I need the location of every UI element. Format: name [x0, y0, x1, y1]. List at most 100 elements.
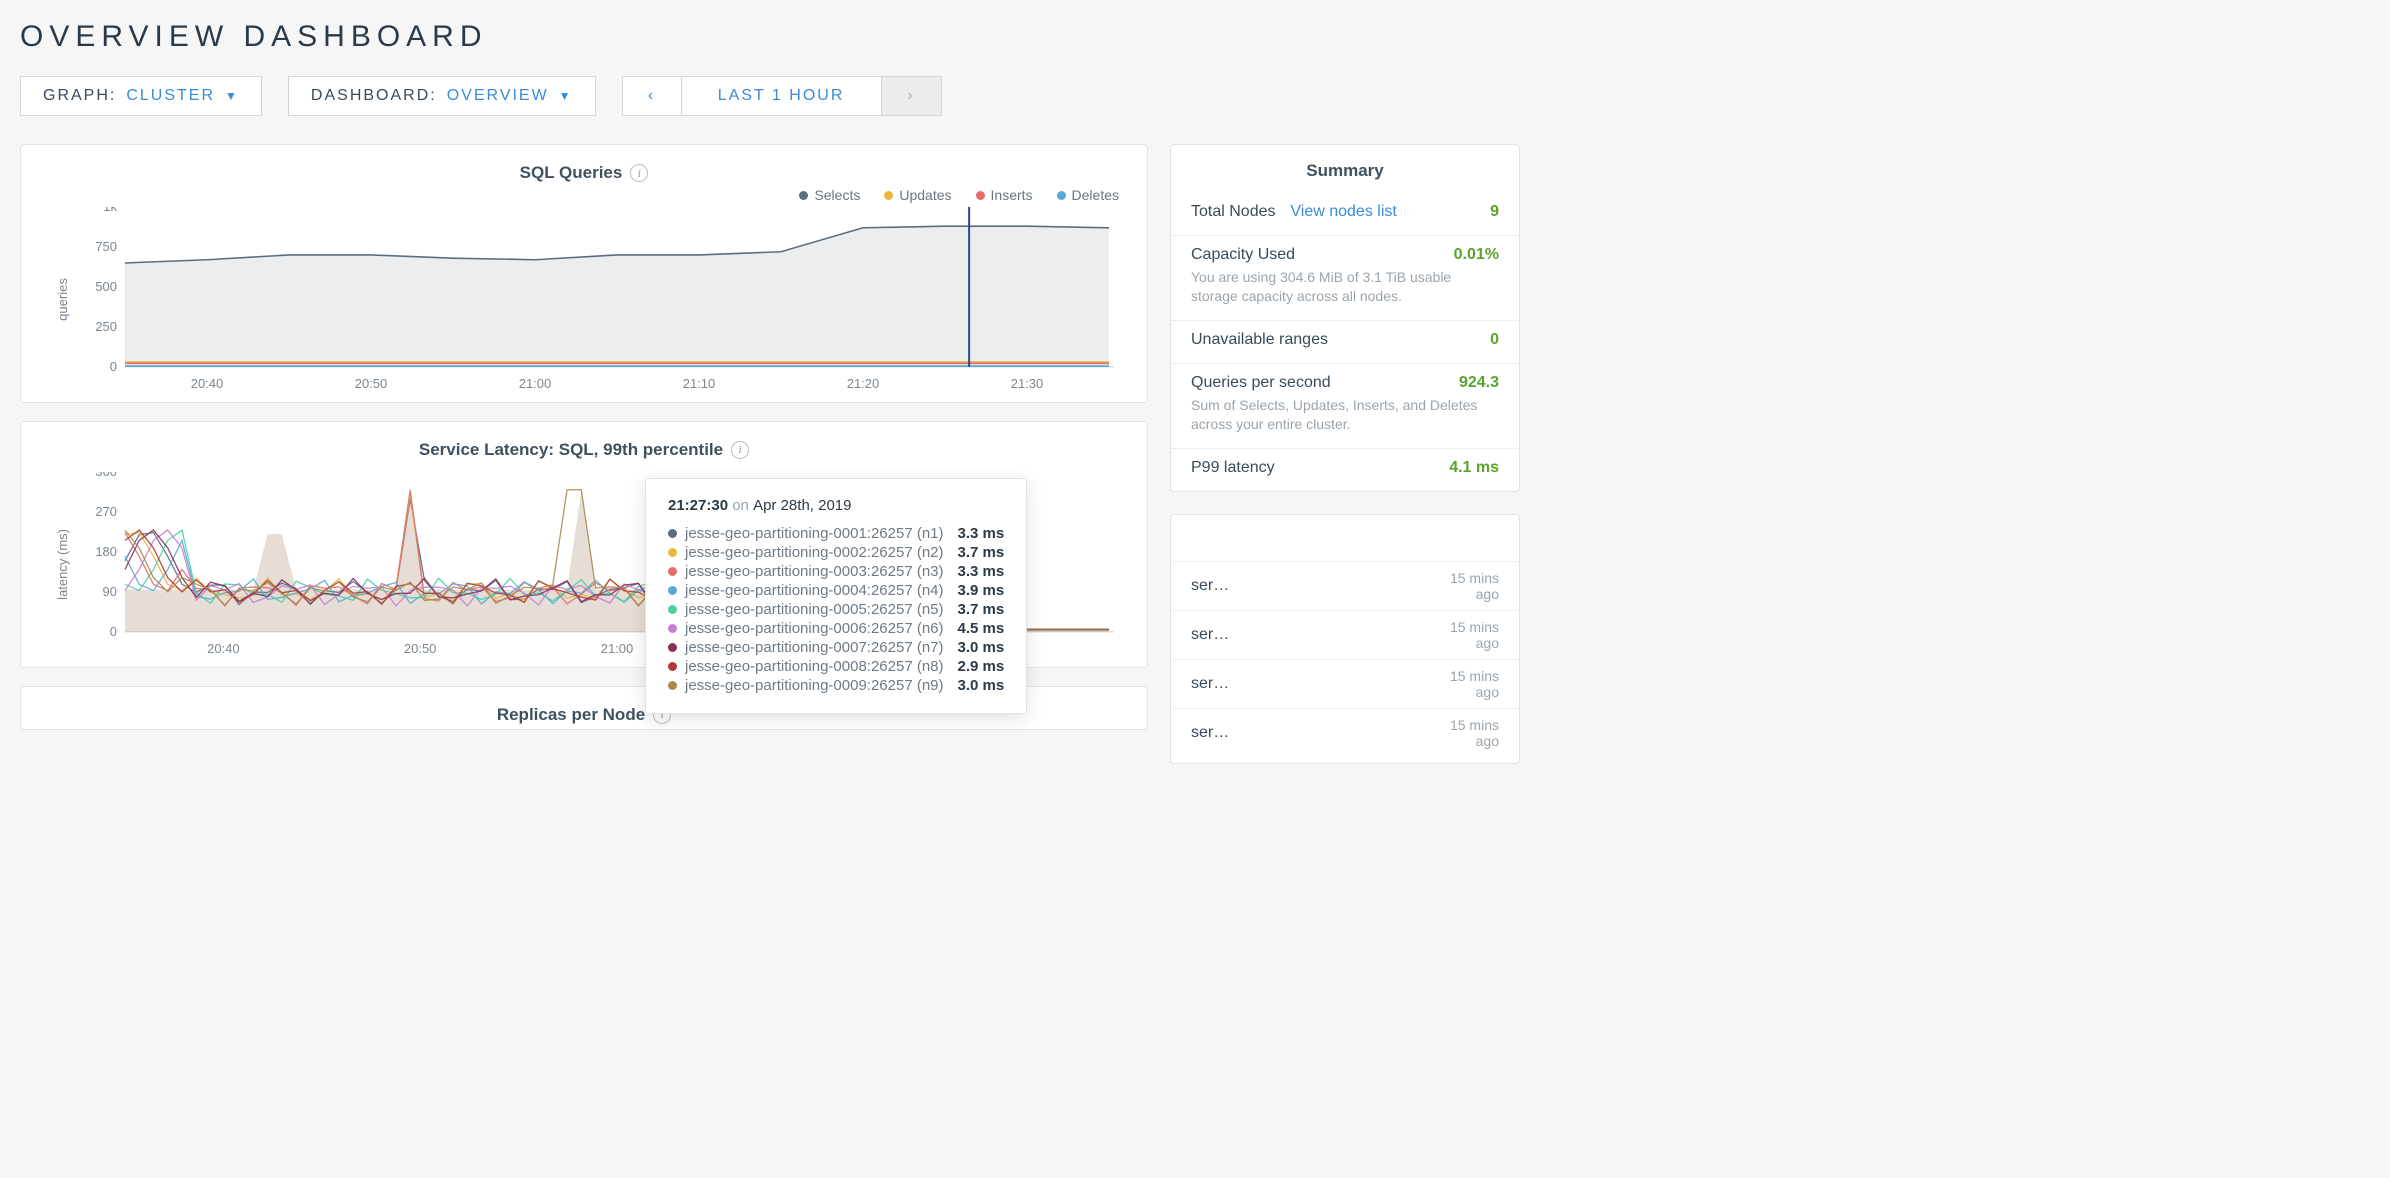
svg-text:180: 180: [95, 544, 117, 559]
series-dot-icon: [668, 586, 677, 595]
info-icon[interactable]: i: [630, 164, 648, 182]
event-row[interactable]: ser… 15 minsago: [1171, 708, 1519, 757]
tooltip-series-name: jesse-geo-partitioning-0009:26257 (n9): [685, 677, 944, 694]
svg-text:20:40: 20:40: [207, 641, 239, 656]
summary-value: 0.01%: [1454, 246, 1499, 264]
chart-tooltip: 21:27:30 on Apr 28th, 2019 jesse-geo-par…: [645, 478, 1027, 714]
series-dot-icon: [668, 605, 677, 614]
caret-down-icon: ▼: [559, 89, 573, 103]
summary-label: Capacity Used: [1191, 246, 1295, 263]
svg-text:21:00: 21:00: [519, 376, 551, 391]
controls-row: GRAPH: CLUSTER ▼ DASHBOARD: OVERVIEW ▼ ‹…: [20, 76, 1520, 116]
summary-subtext: You are using 304.6 MiB of 3.1 TiB usabl…: [1191, 268, 1499, 306]
tooltip-series-value: 4.5 ms: [958, 620, 1005, 637]
series-dot-icon: [668, 529, 677, 538]
summary-item: Capacity Used 0.01% You are using 304.6 …: [1171, 235, 1519, 320]
summary-link[interactable]: View nodes list: [1282, 203, 1397, 220]
event-name: ser…: [1191, 626, 1229, 644]
chart-title: SQL Queries: [520, 163, 623, 183]
tooltip-series-value: 3.0 ms: [958, 677, 1005, 694]
legend-label: Updates: [899, 187, 951, 203]
dashboard-selector[interactable]: DASHBOARD: OVERVIEW ▼: [288, 76, 596, 116]
series-dot-icon: [668, 681, 677, 690]
chevron-left-icon: ‹: [648, 87, 655, 105]
y-axis-label: queries: [49, 207, 70, 392]
legend-dot-icon: [799, 191, 808, 200]
series-dot-icon: [668, 662, 677, 671]
time-prev-button[interactable]: ‹: [622, 76, 682, 116]
summary-card: Summary Total Nodes View nodes list 9 Ca…: [1170, 144, 1520, 492]
svg-text:0: 0: [110, 359, 117, 374]
time-range-nav: ‹ LAST 1 HOUR ›: [622, 76, 942, 116]
time-range-label: LAST 1 HOUR: [718, 87, 845, 105]
tooltip-on: on: [732, 497, 749, 514]
chart-title: Replicas per Node: [497, 705, 645, 725]
summary-item: Queries per second 924.3 Sum of Selects,…: [1171, 363, 1519, 448]
event-time: 15 minsago: [1450, 619, 1499, 651]
legend-item[interactable]: Updates: [884, 187, 951, 203]
svg-text:21:10: 21:10: [683, 376, 715, 391]
chart-legend: Selects Updates Inserts Deletes: [49, 187, 1119, 203]
series-dot-icon: [668, 548, 677, 557]
tooltip-row: jesse-geo-partitioning-0009:26257 (n9) 3…: [668, 676, 1004, 695]
event-row[interactable]: ser… 15 minsago: [1171, 610, 1519, 659]
chart-plot[interactable]: 02505007501k 20:4020:5021:0021:1021:2021…: [70, 207, 1119, 392]
svg-text:20:50: 20:50: [404, 641, 436, 656]
legend-label: Deletes: [1072, 187, 1119, 203]
tooltip-series-name: jesse-geo-partitioning-0006:26257 (n6): [685, 620, 944, 637]
dashboard-value: OVERVIEW: [447, 87, 549, 105]
event-name: ser…: [1191, 724, 1229, 742]
tooltip-series-name: jesse-geo-partitioning-0007:26257 (n7): [685, 639, 944, 656]
graph-selector[interactable]: GRAPH: CLUSTER ▼: [20, 76, 262, 116]
series-dot-icon: [668, 567, 677, 576]
legend-item[interactable]: Inserts: [976, 187, 1033, 203]
tooltip-series-value: 3.0 ms: [958, 639, 1005, 656]
tooltip-row: jesse-geo-partitioning-0007:26257 (n7) 3…: [668, 638, 1004, 657]
y-axis-label: latency (ms): [49, 472, 70, 657]
dashboard-label: DASHBOARD:: [311, 87, 437, 105]
tooltip-time: 21:27:30: [668, 497, 728, 514]
event-time: 15 minsago: [1450, 668, 1499, 700]
event-time: 15 minsago: [1450, 570, 1499, 602]
tooltip-row: jesse-geo-partitioning-0008:26257 (n8) 2…: [668, 657, 1004, 676]
summary-label: P99 latency: [1191, 459, 1275, 476]
summary-label: Queries per second: [1191, 374, 1331, 391]
summary-title: Summary: [1171, 145, 1519, 193]
sql-queries-chart: SQL Queries i Selects Updates Inserts Delet…: [20, 144, 1148, 403]
svg-text:20:50: 20:50: [355, 376, 387, 391]
chevron-right-icon: ›: [907, 87, 914, 105]
summary-label: Unavailable ranges: [1191, 331, 1328, 348]
event-name: ser…: [1191, 577, 1229, 595]
event-time: 15 minsago: [1450, 717, 1499, 749]
svg-text:21:20: 21:20: [847, 376, 879, 391]
summary-subtext: Sum of Selects, Updates, Inserts, and De…: [1191, 396, 1499, 434]
svg-text:0: 0: [110, 624, 117, 639]
tooltip-row: jesse-geo-partitioning-0004:26257 (n4) 3…: [668, 581, 1004, 600]
svg-text:1k: 1k: [103, 207, 117, 214]
tooltip-row: jesse-geo-partitioning-0005:26257 (n5) 3…: [668, 600, 1004, 619]
tooltip-row: jesse-geo-partitioning-0002:26257 (n2) 3…: [668, 543, 1004, 562]
summary-value: 0: [1490, 331, 1499, 349]
svg-text:500: 500: [95, 279, 117, 294]
tooltip-row: jesse-geo-partitioning-0003:26257 (n3) 3…: [668, 562, 1004, 581]
legend-item[interactable]: Selects: [799, 187, 860, 203]
svg-text:270: 270: [95, 504, 117, 519]
caret-down-icon: ▼: [225, 89, 239, 103]
summary-item: P99 latency 4.1 ms: [1171, 448, 1519, 491]
tooltip-series-value: 2.9 ms: [958, 658, 1005, 675]
tooltip-series-name: jesse-geo-partitioning-0003:26257 (n3): [685, 563, 944, 580]
svg-text:360: 360: [95, 472, 117, 479]
legend-dot-icon: [1057, 191, 1066, 200]
legend-dot-icon: [884, 191, 893, 200]
svg-text:250: 250: [95, 319, 117, 334]
series-dot-icon: [668, 643, 677, 652]
svg-text:21:30: 21:30: [1011, 376, 1043, 391]
tooltip-series-name: jesse-geo-partitioning-0004:26257 (n4): [685, 582, 944, 599]
event-row[interactable]: ser… 15 minsago: [1171, 659, 1519, 708]
info-icon[interactable]: i: [731, 441, 749, 459]
event-row[interactable]: ser… 15 minsago: [1171, 561, 1519, 610]
legend-item[interactable]: Deletes: [1057, 187, 1119, 203]
time-range-button[interactable]: LAST 1 HOUR: [682, 76, 882, 116]
summary-value: 924.3: [1459, 374, 1499, 392]
tooltip-series-value: 3.3 ms: [958, 563, 1005, 580]
